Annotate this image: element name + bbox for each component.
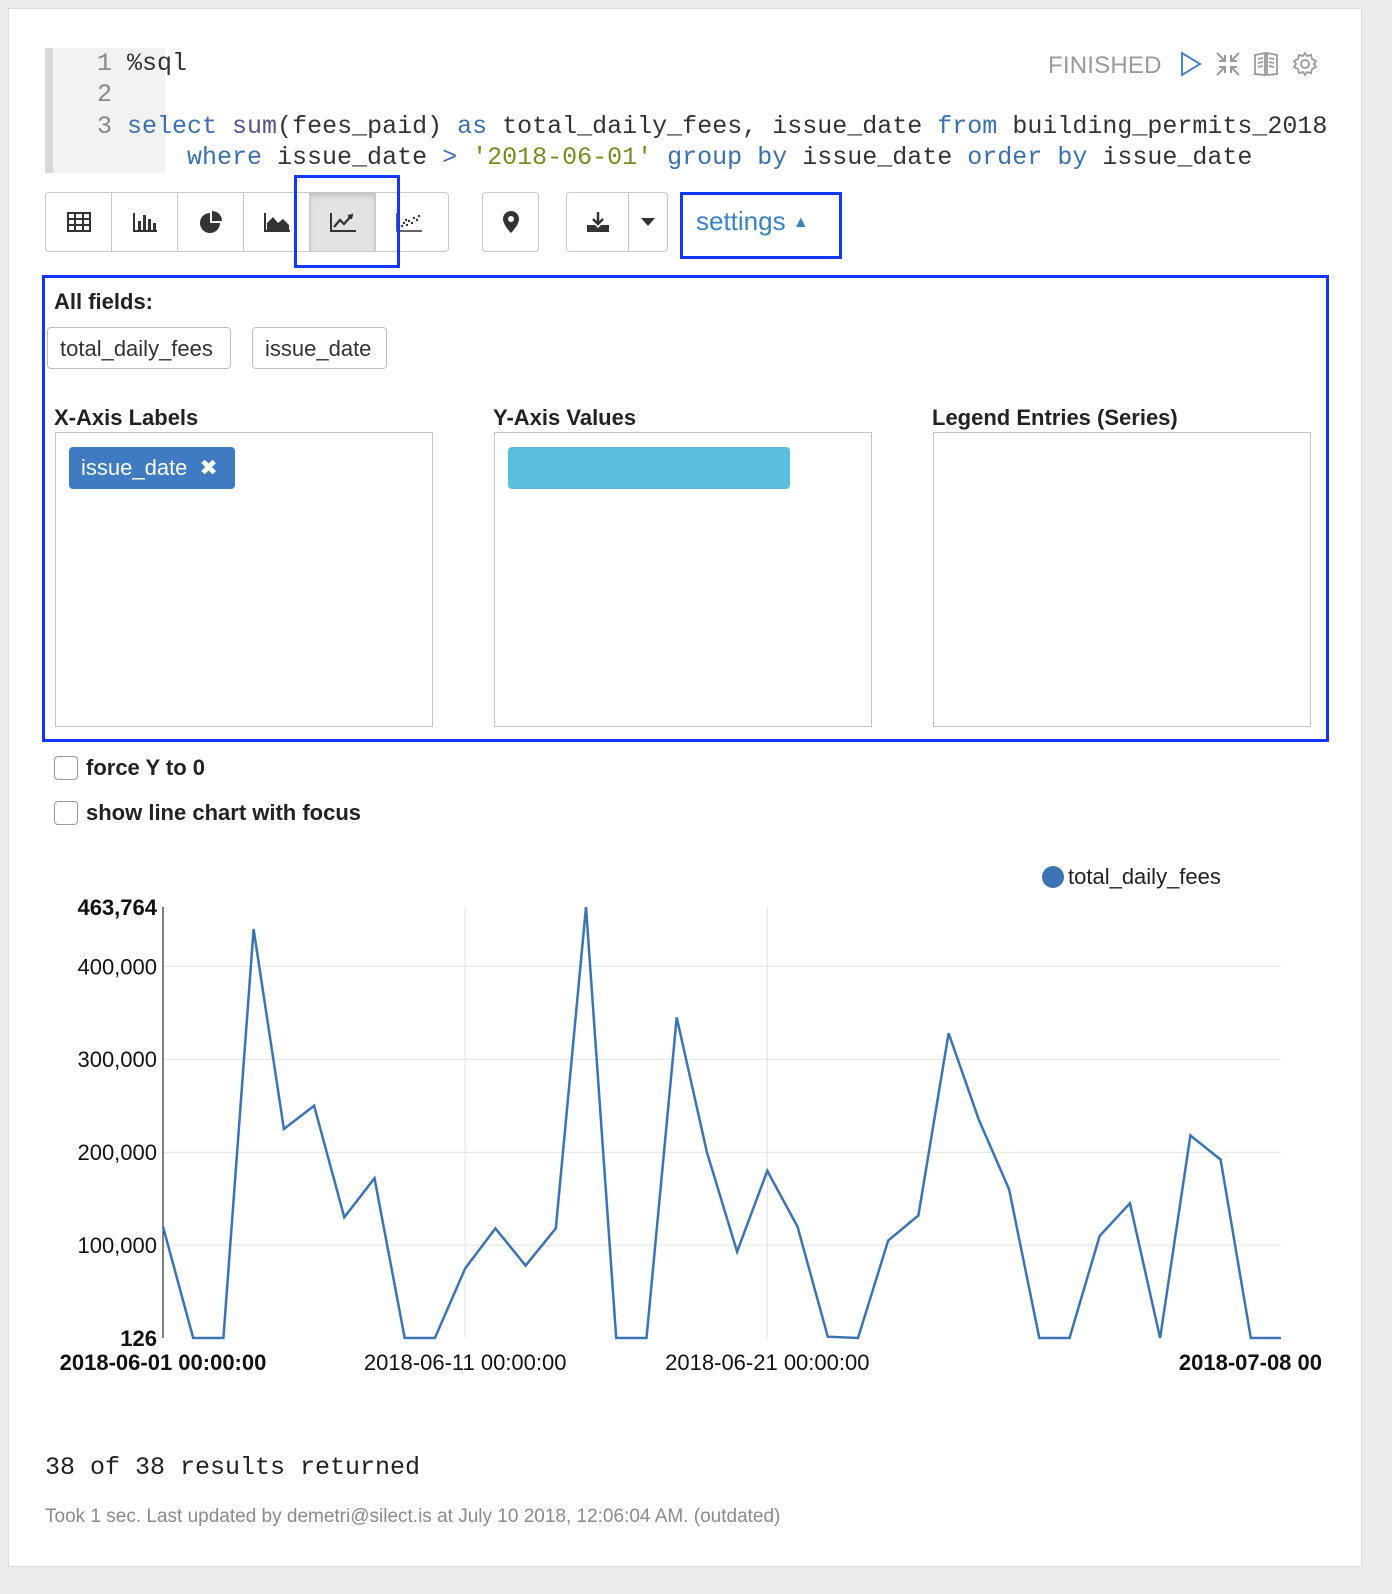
data-point: [282, 1127, 286, 1131]
data-point: [312, 1104, 316, 1108]
download-button[interactable]: [567, 193, 629, 251]
table-icon: [66, 212, 91, 232]
data-point: [1279, 1336, 1283, 1340]
x-tick-label: 2018-06-21 00:00:00: [665, 1350, 869, 1375]
data-point: [1188, 1133, 1192, 1137]
data-point: [796, 1225, 800, 1229]
data-point: [554, 1226, 558, 1230]
line-number: 2: [96, 80, 112, 109]
data-point: [826, 1335, 830, 1339]
line-chart[interactable]: 463,764400,000300,000200,000100,00012620…: [0, 880, 1392, 1440]
status-label: FINISHED: [1048, 52, 1162, 79]
y-tick-label: 463,764: [77, 895, 157, 920]
map-button[interactable]: [483, 193, 538, 251]
y-axis-label: Y-Axis Values: [493, 405, 637, 430]
data-point: [342, 1215, 346, 1219]
force-y-option[interactable]: force Y to 0: [54, 755, 205, 781]
x-axis-chip[interactable]: issue_date ✖: [69, 447, 235, 489]
data-point: [493, 1226, 497, 1230]
focus-option[interactable]: show line chart with focus: [54, 800, 361, 826]
data-point: [161, 1225, 165, 1229]
data-point: [463, 1266, 467, 1270]
area-chart-icon: [263, 213, 290, 232]
field-total-daily-fees[interactable]: total_daily_fees: [47, 327, 231, 369]
data-point: [1098, 1234, 1102, 1238]
line-number: 1: [96, 49, 112, 78]
data-point: [614, 1336, 618, 1340]
x-tick-label: 2018-06-01 00:00:00: [60, 1350, 267, 1375]
data-point: [765, 1169, 769, 1173]
data-point: [1249, 1336, 1253, 1340]
data-point: [433, 1336, 437, 1340]
series-line-total-daily-fees: [161, 906, 1281, 1340]
download-dropdown-button[interactable]: [629, 193, 667, 251]
focus-checkbox[interactable]: [54, 801, 78, 825]
last-updated-text: Took 1 sec. Last updated by demetri@sile…: [45, 1506, 781, 1527]
data-point: [252, 927, 256, 931]
code-line-3-cont[interactable]: where issue_date > '2018-06-01' group by…: [127, 142, 1252, 174]
data-point: [403, 1336, 407, 1340]
field-issue-date[interactable]: issue_date: [252, 327, 387, 369]
map-marker-icon: [502, 211, 519, 233]
line-number: 3: [96, 112, 112, 141]
pie-chart-icon: [199, 211, 222, 233]
data-point: [735, 1250, 739, 1254]
data-point: [1128, 1201, 1132, 1205]
data-point: [191, 1336, 195, 1340]
data-point: [675, 1015, 679, 1019]
caret-down-icon: [641, 218, 655, 226]
data-point: [1067, 1336, 1071, 1340]
y-tick-label: 200,000: [77, 1140, 157, 1165]
map-button-group: [482, 192, 539, 252]
code-line-1[interactable]: %sql: [127, 48, 187, 80]
y-axis-chip[interactable]: total_daily_fees SUM ✖: [508, 447, 790, 522]
run-icon[interactable]: [1176, 50, 1204, 78]
gear-icon[interactable]: [1291, 50, 1319, 78]
settings-highlight: [680, 192, 842, 259]
x-axis-label: X-Axis Labels: [54, 405, 199, 430]
legend-entries-label: Legend Entries (Series): [932, 405, 1178, 430]
legend-dropzone[interactable]: [933, 432, 1311, 727]
x-axis-chip-label: issue_date: [81, 455, 188, 480]
data-point: [1037, 1336, 1041, 1340]
bar-chart-button[interactable]: [112, 193, 178, 251]
collapse-icon[interactable]: [1214, 50, 1242, 78]
book-icon[interactable]: [1252, 50, 1280, 78]
remove-y-icon[interactable]: ✖: [758, 497, 776, 522]
x-tick-label: 2018-06-11 00:00:00: [364, 1350, 567, 1375]
download-icon: [586, 212, 609, 232]
y-tick-label: 100,000: [77, 1233, 157, 1258]
remove-x-icon[interactable]: ✖: [199, 455, 217, 480]
data-point: [977, 1118, 981, 1122]
y-tick-label: 126: [120, 1326, 157, 1351]
data-point: [1007, 1187, 1011, 1191]
data-point: [644, 1336, 648, 1340]
data-point: [221, 1336, 225, 1340]
data-point: [705, 1150, 709, 1154]
force-y-label: force Y to 0: [86, 755, 206, 780]
results-count: 38 of 38 results returned: [45, 1453, 421, 1482]
y-axis-chip-label: total_daily_fees SUM: [532, 497, 747, 522]
focus-label: show line chart with focus: [86, 800, 362, 825]
pie-chart-button[interactable]: [178, 193, 244, 251]
data-point: [1158, 1336, 1162, 1340]
table-view-button[interactable]: [46, 193, 112, 251]
data-point: [947, 1031, 951, 1035]
force-y-checkbox[interactable]: [54, 756, 78, 780]
x-tick-label: 2018-07-08 00: [1179, 1350, 1322, 1375]
all-fields-label: All fields:: [54, 289, 154, 314]
data-point: [1219, 1158, 1223, 1162]
y-tick-label: 300,000: [77, 1047, 157, 1072]
line-chart-highlight: [294, 175, 400, 268]
data-point: [916, 1213, 920, 1217]
data-point: [373, 1176, 377, 1180]
y-tick-label: 400,000: [77, 954, 157, 979]
code-line-3[interactable]: select sum(fees_paid) as total_daily_fee…: [127, 111, 1327, 143]
data-point: [524, 1264, 528, 1268]
download-group: [566, 192, 668, 252]
bar-chart-icon: [132, 213, 157, 232]
data-point: [886, 1239, 890, 1243]
data-point: [856, 1336, 860, 1340]
data-point: [584, 905, 588, 909]
